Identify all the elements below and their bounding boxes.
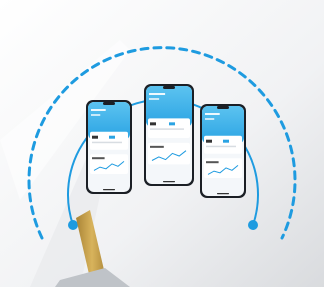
- stat-value: [150, 122, 156, 126]
- stat-value: [169, 122, 175, 126]
- chart-title-line: [206, 161, 219, 164]
- header-line: [91, 109, 106, 111]
- header-line: [205, 113, 220, 115]
- stats-card: [204, 135, 242, 154]
- phone-right: [200, 104, 246, 198]
- stat-line: [206, 145, 236, 148]
- header-line: [91, 114, 101, 116]
- stat-line: [150, 128, 184, 130]
- stats-card: [90, 131, 128, 150]
- stats-card: [148, 118, 190, 138]
- chart-title-line: [150, 145, 164, 148]
- phone-notch: [163, 86, 175, 89]
- phone-notch: [217, 106, 229, 109]
- stat-value: [206, 139, 212, 143]
- header-line: [149, 93, 166, 95]
- home-indicator: [103, 189, 115, 191]
- stat-value: [109, 135, 115, 139]
- home-indicator: [163, 181, 175, 183]
- stat-value: [223, 139, 229, 143]
- phone-left: [86, 100, 132, 194]
- phone-notch: [103, 102, 115, 105]
- stat-value: [92, 135, 98, 139]
- endpoint-dot-icon: [68, 220, 78, 230]
- stat-line: [92, 141, 122, 144]
- home-indicator: [217, 193, 229, 195]
- chart-title-line: [92, 157, 105, 160]
- header-line: [205, 118, 215, 120]
- illustration-scene: [0, 0, 324, 287]
- phone-center: [144, 84, 194, 186]
- header-line: [149, 98, 160, 100]
- chart-card: [90, 154, 128, 174]
- chart-card: [204, 158, 242, 178]
- endpoint-dot-icon: [248, 220, 258, 230]
